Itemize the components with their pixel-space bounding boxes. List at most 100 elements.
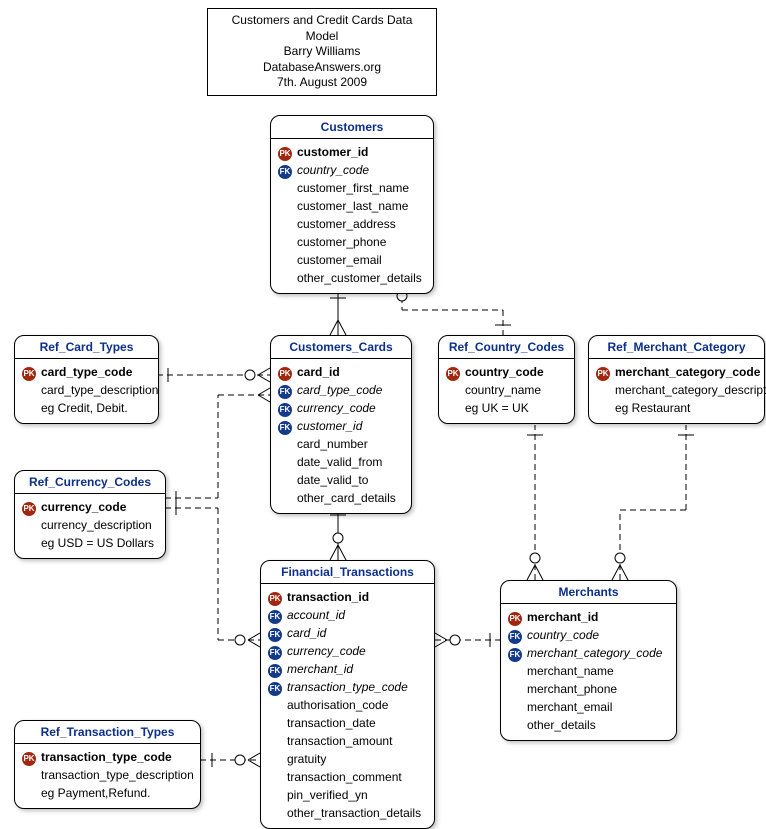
attr-name: account_id [285,606,345,624]
attr-name: merchant_category_description [613,381,766,399]
entity-name: Ref_Card_Types [15,336,158,359]
entity-name: Ref_Currency_Codes [15,471,165,494]
attr-row: pin_verified_yn [265,786,430,804]
entity-attrs: PKtransaction_idFKaccount_idFKcard_idFKc… [261,584,434,828]
pk-icon: PK [275,143,295,161]
attr-name: customer_id [295,143,368,161]
pk-icon: PK [19,748,39,766]
attr-name: merchant_id [285,660,353,678]
fk-icon: FK [505,626,525,644]
attr-row: merchant_name [505,662,672,680]
diagram-title-box: Customers and Credit Cards Data Model Ba… [207,8,437,96]
attr-row: PKcountry_code [443,363,570,381]
attr-name: transaction_type_description [39,766,194,784]
entity-ref-currency-codes: Ref_Currency_Codes PKcurrency_codecurren… [14,470,166,559]
attr-row: FKcurrency_code [275,399,407,417]
fk-icon: FK [275,417,295,435]
entity-attrs: PKcustomer_idFKcountry_codecustomer_firs… [271,139,433,293]
entity-customers-cards: Customers_Cards PKcard_idFKcard_type_cod… [270,335,412,514]
entity-ref-transaction-types: Ref_Transaction_Types PKtransaction_type… [14,720,201,809]
entity-attrs: PKcard_type_codecard_type_descriptioneg … [15,359,158,423]
attr-row: FKaccount_id [265,606,430,624]
attr-name: merchant_name [525,662,614,680]
attr-row: transaction_date [265,714,430,732]
attr-name: transaction_id [285,588,369,606]
attr-name: merchant_email [525,698,612,716]
pk-icon: PK [265,588,285,606]
entity-attrs: PKcard_idFKcard_type_codeFKcurrency_code… [271,359,411,513]
fk-icon: FK [505,644,525,662]
attr-row: other_transaction_details [265,804,430,822]
attr-name: eg Payment,Refund. [39,784,150,802]
attr-name: eg USD = US Dollars [39,534,154,552]
attr-row: transaction_amount [265,732,430,750]
attr-name: other_card_details [295,489,396,507]
entity-attrs: PKtransaction_type_codetransaction_type_… [15,744,200,808]
fk-icon: FK [265,624,285,642]
entity-ref-merchant-category: Ref_Merchant_Category PKmerchant_categor… [588,335,765,424]
attr-name: date_valid_to [295,471,368,489]
attr-name: country_code [295,161,369,179]
attr-name: eg Credit, Debit. [39,399,128,417]
entity-name: Ref_Merchant_Category [589,336,764,359]
attr-row: other_card_details [275,489,407,507]
attr-name: authorisation_code [285,696,388,714]
attr-name: transaction_type_code [285,678,408,696]
attr-row: PKcurrency_code [19,498,161,516]
attr-name: card_number [295,435,368,453]
entity-name: Customers_Cards [271,336,411,359]
attr-name: other_transaction_details [285,804,421,822]
fk-icon: FK [265,678,285,696]
attr-row: gratuity [265,750,430,768]
attr-name: customer_last_name [295,197,408,215]
attr-name: card_id [295,363,340,381]
fk-icon: FK [265,660,285,678]
title-line3: DatabaseAnswers.org [214,60,430,76]
pk-icon: PK [593,363,613,381]
attr-row: PKmerchant_category_code [593,363,760,381]
attr-name: transaction_comment [285,768,402,786]
attr-name: gratuity [285,750,326,768]
attr-name: customer_address [295,215,396,233]
entity-name: Financial_Transactions [261,561,434,584]
attr-row: eg USD = US Dollars [19,534,161,552]
entity-name: Ref_Transaction_Types [15,721,200,744]
attr-name: customer_email [295,251,382,269]
attr-row: other_details [505,716,672,734]
erd-canvas: Customers and Credit Cards Data Model Ba… [0,0,766,826]
attr-row: currency_description [19,516,161,534]
attr-row: PKmerchant_id [505,608,672,626]
attr-name: customer_id [295,417,362,435]
attr-row: FKcard_id [265,624,430,642]
pk-icon: PK [275,363,295,381]
pk-icon: PK [19,498,39,516]
attr-row: PKtransaction_id [265,588,430,606]
attr-name: card_type_description [39,381,158,399]
entity-name: Merchants [501,581,676,604]
attr-name: customer_phone [295,233,386,251]
entity-attrs: PKmerchant_category_codemerchant_categor… [589,359,764,423]
attr-row: FKcountry_code [275,161,429,179]
attr-name: card_type_code [39,363,132,381]
attr-name: country_code [525,626,599,644]
attr-name: date_valid_from [295,453,382,471]
fk-icon: FK [265,606,285,624]
attr-name: other_details [525,716,596,734]
attr-row: eg UK = UK [443,399,570,417]
attr-row: FKtransaction_type_code [265,678,430,696]
attr-name: merchant_id [525,608,598,626]
attr-row: eg Payment,Refund. [19,784,196,802]
attr-row: PKcustomer_id [275,143,429,161]
entity-ref-country-codes: Ref_Country_Codes PKcountry_codecountry_… [438,335,575,424]
attr-name: eg Restaurant [613,399,690,417]
pk-icon: PK [443,363,463,381]
attr-row: merchant_email [505,698,672,716]
attr-row: eg Restaurant [593,399,760,417]
attr-row: FKcountry_code [505,626,672,644]
attr-name: merchant_phone [525,680,617,698]
title-line1: Customers and Credit Cards Data Model [214,13,430,44]
entity-merchants: Merchants PKmerchant_idFKcountry_codeFKm… [500,580,677,741]
title-line4: 7th. August 2009 [214,75,430,91]
fk-icon: FK [275,161,295,179]
attr-name: merchant_category_code [613,363,760,381]
